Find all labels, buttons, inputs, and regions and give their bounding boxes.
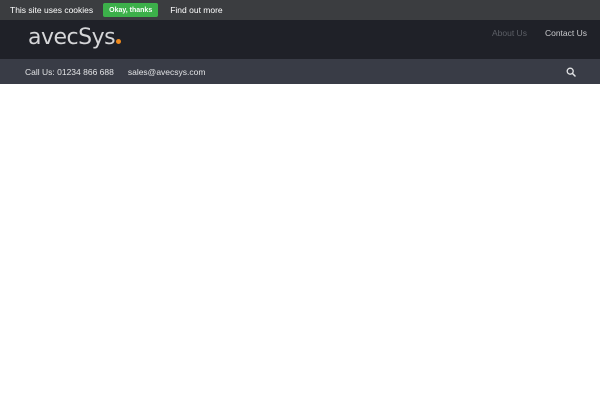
search-icon — [566, 67, 576, 77]
phone-number: Call Us: 01234 866 688 — [25, 66, 114, 77]
logo-text: avecSys — [28, 25, 116, 50]
email-link[interactable]: sales@avecsys.com — [128, 67, 206, 77]
find-out-more-link[interactable]: Find out more — [170, 5, 222, 15]
nav-about-us[interactable]: About Us — [492, 28, 527, 38]
cookie-notice-bar: This site uses cookies Okay, thanks Find… — [0, 0, 600, 20]
search-button[interactable] — [566, 67, 576, 77]
accept-cookies-button[interactable]: Okay, thanks — [103, 3, 159, 17]
site-header: avecSys About Us Contact Us — [0, 20, 600, 59]
contact-info-bar: Call Us: 01234 866 688 sales@avecsys.com — [0, 59, 600, 84]
logo-dot — [116, 39, 122, 44]
site-logo[interactable]: avecSys — [28, 23, 122, 53]
nav-contact-us[interactable]: Contact Us — [545, 28, 587, 38]
main-nav: About Us Contact Us — [474, 28, 587, 38]
cookie-message: This site uses cookies — [10, 5, 94, 15]
